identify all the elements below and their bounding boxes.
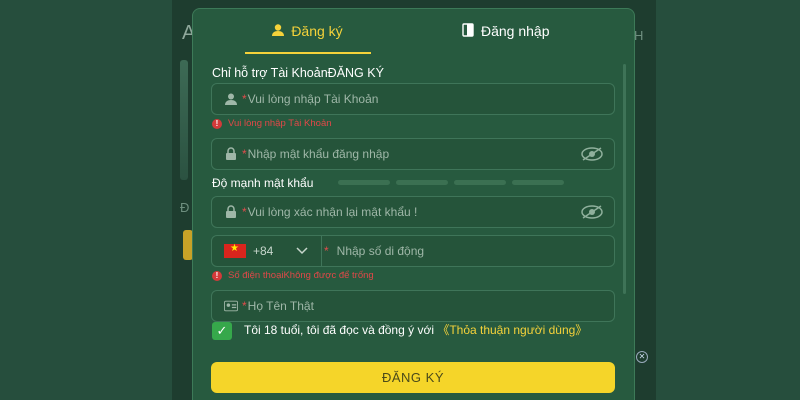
full-name-field[interactable]: * Họ Tên Thật: [211, 290, 615, 322]
username-field[interactable]: * Vui lòng nhập Tài Khoản: [211, 83, 615, 115]
vietnam-flag-icon: [224, 243, 246, 258]
phone-error: ! Số điện thoạiKhông được để trống: [212, 270, 374, 281]
tab-register-label: Đăng ký: [291, 23, 343, 39]
country-code-select[interactable]: +84: [212, 236, 322, 266]
scrollbar[interactable]: [623, 64, 626, 294]
strength-bar: [454, 180, 506, 185]
password-placeholder: Nhập mật khẩu đăng nhập: [247, 147, 390, 161]
phone-input[interactable]: * Nhập số di động: [324, 236, 424, 266]
tab-register[interactable]: Đăng ký: [245, 9, 369, 53]
username-required-mark: *: [242, 92, 247, 106]
confirm-password-placeholder: Vui lòng xác nhận lại mật khẩu !: [247, 205, 418, 219]
background-banner: [180, 60, 188, 180]
lock-icon: [224, 205, 238, 219]
agreement-row: ✓ Tôi 18 tuổi, tôi đã đọc và đồng ý với …: [212, 322, 612, 340]
confirm-required-mark: *: [242, 205, 247, 219]
full-name-placeholder: Họ Tên Thật: [247, 299, 314, 313]
lock-icon: [224, 147, 238, 161]
username-error-text: Vui lòng nhập Tài Khoản: [228, 118, 332, 129]
login-icon: [461, 22, 475, 40]
password-strength-label: Độ mạnh mật khẩu: [212, 176, 314, 190]
full-name-required-mark: *: [242, 299, 247, 313]
eye-off-icon[interactable]: [580, 204, 604, 223]
phone-required-mark: *: [324, 244, 329, 258]
eye-off-icon[interactable]: [580, 146, 604, 165]
country-code: +84: [253, 244, 274, 258]
password-required-mark: *: [242, 147, 247, 161]
background-left: [0, 0, 172, 400]
phone-placeholder: Nhập số di động: [336, 244, 425, 258]
chevron-down-icon: [296, 244, 308, 258]
username-error: ! Vui lòng nhập Tài Khoản: [212, 118, 332, 129]
tab-login-label: Đăng nhập: [481, 23, 550, 39]
confirm-password-field[interactable]: * Vui lòng xác nhận lại mật khẩu !: [211, 196, 615, 228]
section-title: Chỉ hỗ trợ Tài KhoảnĐĂNG KÝ: [212, 66, 384, 80]
auth-tabs: Đăng ký Đăng nhập: [193, 9, 634, 55]
id-card-icon: [224, 300, 238, 312]
username-placeholder: Vui lòng nhập Tài Khoản: [247, 92, 379, 106]
user-field-icon: [224, 92, 238, 106]
strength-bar: [338, 180, 390, 185]
phone-field: +84 * Nhập số di động: [211, 235, 615, 267]
user-agreement-link[interactable]: 《Thỏa thuận người dùng》: [437, 323, 587, 337]
strength-bar: [512, 180, 564, 185]
background-letter: Đ: [180, 200, 190, 215]
active-tab-indicator: [245, 52, 371, 54]
tab-login[interactable]: Đăng nhập: [461, 9, 550, 53]
register-modal: Đăng ký Đăng nhập Chỉ hỗ trợ Tài KhoảnĐĂ…: [192, 8, 635, 400]
phone-error-text: Số điện thoạiKhông được để trống: [228, 270, 374, 281]
close-icon[interactable]: ✕: [636, 351, 648, 363]
agreement-text-body: Tôi 18 tuổi, tôi đã đọc và đồng ý với: [244, 323, 438, 337]
register-submit-button[interactable]: ĐĂNG KÝ: [211, 362, 615, 393]
error-icon: !: [212, 118, 222, 129]
error-icon: !: [212, 270, 222, 281]
agreement-checkbox[interactable]: ✓: [212, 322, 232, 340]
background-letter-right: H: [634, 28, 644, 43]
user-icon: [271, 23, 285, 40]
agreement-text: Tôi 18 tuổi, tôi đã đọc và đồng ý với 《T…: [244, 322, 587, 340]
strength-bar: [396, 180, 448, 185]
password-field[interactable]: * Nhập mật khẩu đăng nhập: [211, 138, 615, 170]
